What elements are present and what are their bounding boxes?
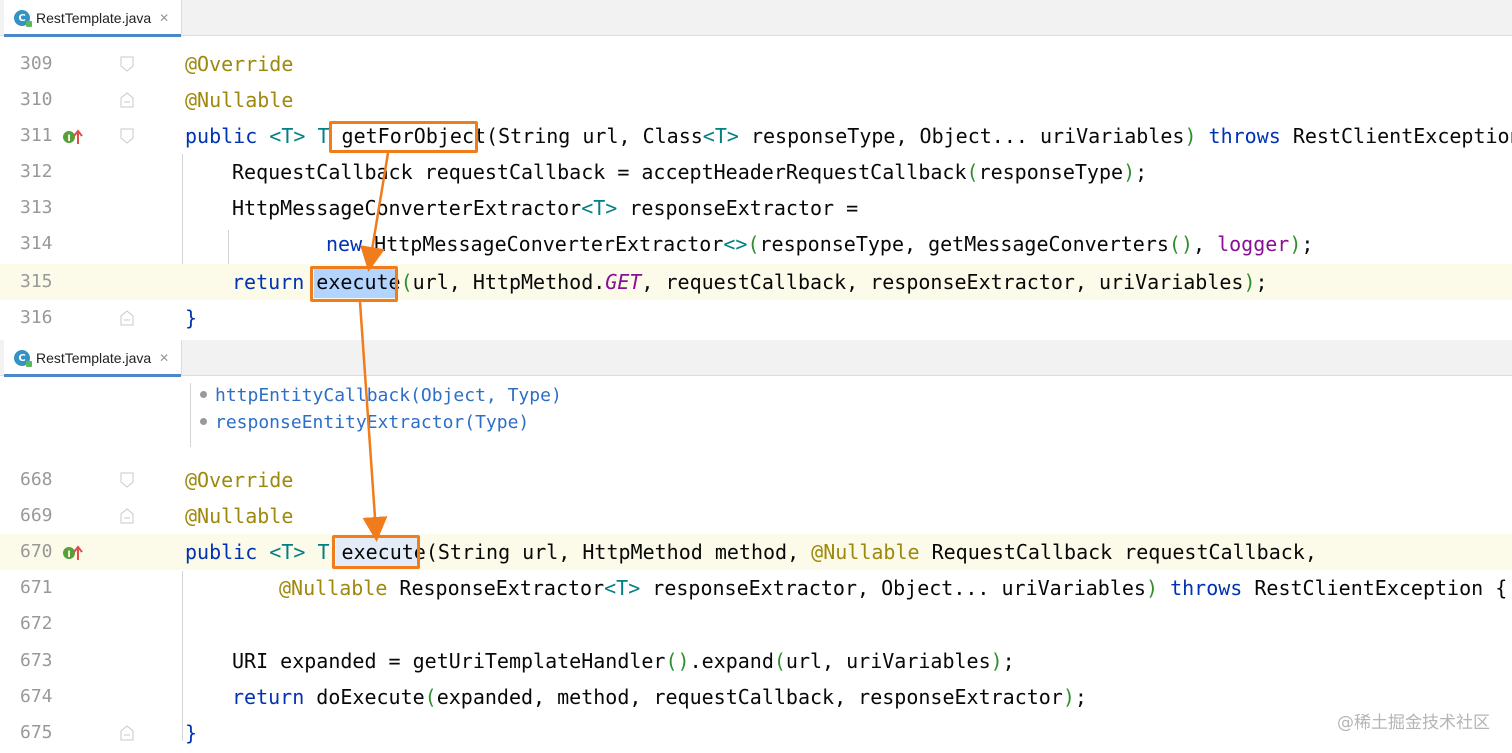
watermark: @稀土掘金技术社区: [1337, 713, 1490, 733]
code-text: }: [185, 721, 198, 745]
method-dot-icon: [200, 417, 207, 425]
line-number: 668: [20, 469, 53, 490]
line-number: 670: [0, 534, 70, 570]
code-text: URI expanded = getUriTemplateHandler().e…: [232, 649, 1015, 673]
fold-start-icon[interactable]: [120, 472, 134, 488]
highlight-box-execute-call: [310, 266, 398, 302]
editor-tab-bar-top: C RestTemplate.java ✕: [0, 0, 1512, 37]
code-line: 316 }: [0, 300, 1512, 336]
svg-text:I: I: [67, 134, 70, 144]
code-line: 668 @Override: [0, 462, 1512, 498]
editor-tab-bar-bottom: C RestTemplate.java ✕: [0, 340, 1512, 377]
code-line-current: 670 I public <T> T execute(String url, H…: [0, 534, 1512, 570]
class-file-icon: C: [14, 10, 32, 27]
code-line: 673 URI expanded = getUriTemplateHandler…: [0, 643, 1512, 679]
code-line: 671 @Nullable ResponseExtractor<T> respo…: [0, 570, 1512, 606]
code-line: 309 @Override: [0, 46, 1512, 82]
line-number: 313: [20, 197, 53, 218]
editor-pane-bottom: httpEntityCallback(Object, Type) respons…: [0, 377, 1512, 753]
structure-list-item[interactable]: httpEntityCallback(Object, Type): [200, 383, 562, 409]
structure-list-item[interactable]: responseEntityExtractor(Type): [200, 410, 529, 436]
tab-label: RestTemplate.java: [36, 350, 152, 366]
code-line: 669 @Nullable: [0, 498, 1512, 534]
class-file-icon: C: [14, 350, 32, 367]
line-number: 310: [20, 89, 53, 110]
code-line: 310 @Nullable: [0, 82, 1512, 118]
highlight-box-getforobject: [329, 121, 478, 153]
code-text: @Nullable ResponseExtractor<T> responseE…: [279, 576, 1508, 600]
line-number: 674: [20, 686, 53, 707]
tab-resttemplate-java-bottom[interactable]: C RestTemplate.java ✕: [4, 340, 183, 377]
annotation-nullable: @Nullable: [185, 88, 294, 112]
tab-resttemplate-java-top[interactable]: C RestTemplate.java ✕: [4, 0, 183, 37]
close-tab-icon[interactable]: ✕: [159, 11, 169, 25]
code-text: HttpMessageConverterExtractor<T> respons…: [232, 196, 859, 220]
annotation-override: @Override: [185, 52, 294, 76]
code-line: 675 }: [0, 715, 1512, 751]
code-line: 314 new HttpMessageConverterExtractor<>(…: [0, 226, 1512, 262]
implements-method-icon[interactable]: I: [62, 544, 90, 562]
annotation-nullable: @Nullable: [185, 504, 294, 528]
line-number: 309: [20, 53, 53, 74]
line-number: 675: [20, 722, 53, 743]
code-line: 674 return doExecute(expanded, method, r…: [0, 679, 1512, 715]
line-number: 673: [20, 650, 53, 671]
line-number: 311: [20, 125, 53, 146]
code-line: 311 I public <T> T getForObject(String u…: [0, 118, 1512, 154]
line-number: 314: [20, 233, 53, 254]
svg-text:I: I: [67, 550, 70, 560]
line-number: 671: [20, 577, 53, 598]
tab-label: RestTemplate.java: [36, 10, 152, 26]
fold-start-icon[interactable]: [120, 56, 134, 72]
fold-end-icon[interactable]: [120, 725, 134, 741]
fold-end-icon[interactable]: [120, 310, 134, 326]
line-number: 316: [20, 307, 53, 328]
highlight-box-execute-definition: [332, 535, 420, 569]
fold-start-icon[interactable]: [120, 128, 134, 144]
implements-method-icon[interactable]: I: [62, 128, 90, 146]
code-line-current: 315 return execute(url, HttpMethod.GET, …: [0, 264, 1512, 300]
code-text: new HttpMessageConverterExtractor<>(resp…: [326, 232, 1314, 256]
fold-end-icon[interactable]: [120, 92, 134, 108]
fold-end-icon[interactable]: [120, 508, 134, 524]
code-text: return doExecute(expanded, method, reque…: [232, 685, 1087, 709]
editor-pane-top: 309 @Override 310 @Nullable 311 I public…: [0, 46, 1512, 338]
close-tab-icon[interactable]: ✕: [159, 351, 169, 365]
code-text: RequestCallback requestCallback = accept…: [232, 160, 1148, 184]
line-number: 315: [0, 264, 70, 300]
code-line: 672: [0, 606, 1512, 642]
line-number: 669: [20, 505, 53, 526]
code-line: 313 HttpMessageConverterExtractor<T> res…: [0, 190, 1512, 226]
annotation-override: @Override: [185, 468, 294, 492]
code-text: }: [185, 306, 198, 330]
code-line: 312 RequestCallback requestCallback = ac…: [0, 154, 1512, 190]
method-dot-icon: [200, 390, 207, 398]
line-number: 312: [20, 161, 53, 182]
line-number: 672: [20, 613, 53, 634]
